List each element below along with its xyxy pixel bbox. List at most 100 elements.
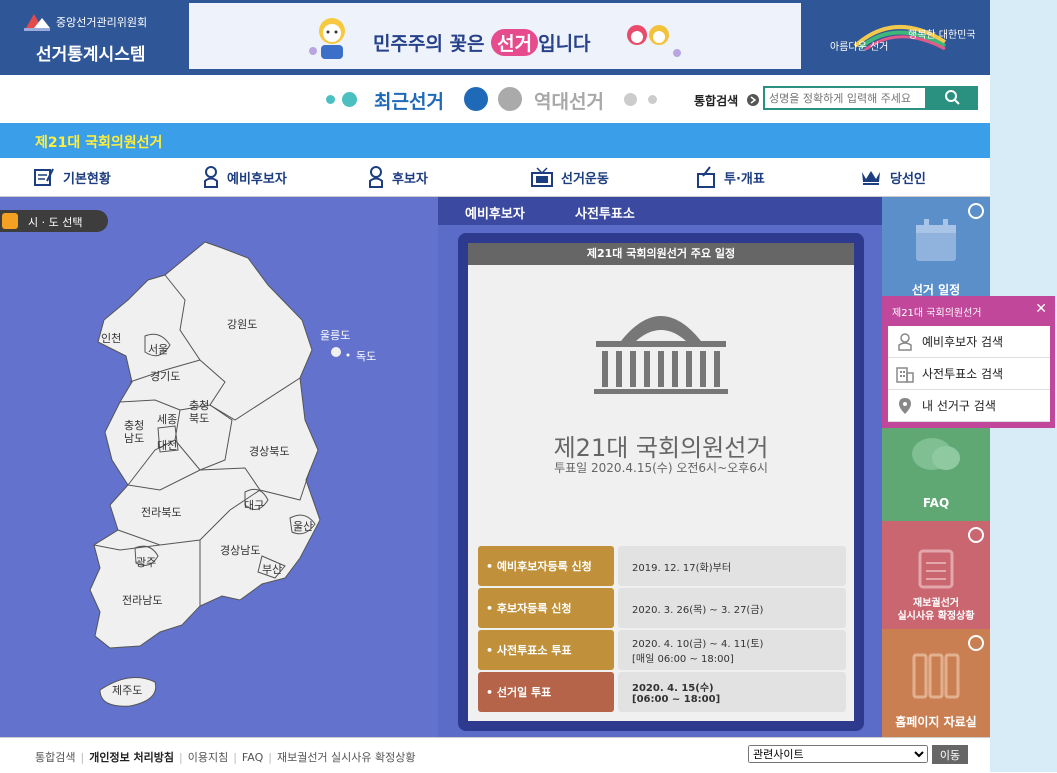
popup-item-my-district-search[interactable]: 내 선거구 검색 <box>888 390 1050 422</box>
popup-item-early-voting-search[interactable]: 사전투표소 검색 <box>888 358 1050 390</box>
move-button[interactable]: 이동 <box>932 745 968 764</box>
popup-item-label: 사전투표소 검색 <box>922 367 1004 381</box>
menu-label: 당선인 <box>890 171 926 187</box>
menu-basic-status[interactable]: 기본현황 <box>33 158 111 196</box>
header: 중앙선거관리위원회 선거통계시스템 민주주의 꽃은 선거 입니다 아름다운 선거… <box>0 0 990 75</box>
region-gyeongnam[interactable]: 경상남도 <box>220 542 260 558</box>
region-busan[interactable]: 부산 <box>262 561 282 577</box>
reelection-tile[interactable]: 재보궐선거 실시사유 확정상황 <box>882 521 990 629</box>
region-daejeon[interactable]: 대전 <box>157 437 177 453</box>
main-menu: 기본현황 예비후보자 후보자 선거운동 투·개표 당선인 <box>0 158 990 197</box>
region-chungbuk[interactable]: 충청북도 <box>189 399 211 425</box>
toggle-inactive-icon[interactable] <box>498 87 522 111</box>
election-schedule-tile[interactable]: 선거 일정 <box>882 197 990 297</box>
footer-link-privacy[interactable]: 개인정보 처리방침 <box>89 751 174 764</box>
region-sejong[interactable]: 세종 <box>157 411 177 427</box>
region-gangwon[interactable]: 강원도 <box>227 316 257 332</box>
footer-link-search[interactable]: 통합검색 <box>35 751 75 764</box>
region-seoul[interactable]: 서울 <box>148 341 168 357</box>
region-incheon[interactable]: 인천 <box>101 330 121 346</box>
org-name: 중앙선거관리위원회 <box>56 16 148 29</box>
region-ulsan[interactable]: 울산 <box>293 518 313 534</box>
region-jeju[interactable]: 제주도 <box>112 682 142 698</box>
close-icon[interactable]: ✕ <box>1035 301 1047 317</box>
schedule-row: • 사전투표소 투표 2020. 4. 10(금) ~ 4. 11(토) [매일… <box>478 630 846 670</box>
region-jeonbuk[interactable]: 전라북도 <box>141 504 181 520</box>
tab-early-voting-stations[interactable]: 사전투표소 <box>575 203 635 222</box>
tv-icon <box>531 167 553 187</box>
clipboard-icon <box>918 549 954 589</box>
faq-tile[interactable]: FAQ <box>882 428 990 521</box>
election-big-title: 제21대 국회의원선거 <box>553 434 769 462</box>
center-tabs: 예비후보자 사전투표소 <box>438 197 882 225</box>
region-select-tag[interactable]: 시 · 도 선택 <box>0 210 108 232</box>
region-chungnam[interactable]: 충청남도 <box>124 419 146 445</box>
building-icon <box>896 366 914 383</box>
recent-election-tab[interactable]: 최근선거 <box>374 87 444 114</box>
banner: 민주주의 꽃은 선거 입니다 <box>189 3 801 69</box>
mascot-left-icon <box>309 18 345 59</box>
footer-links: 통합검색 | 개인정보 처리방침 | 이용지침 | FAQ | 재보궐선거 실시사유 확정상황 <box>35 749 416 765</box>
system-name: 선거통계시스템 <box>36 45 146 65</box>
map-area: 인천 서울 경기도 강원도 울릉도 독도 충청남도 세종 충청북도 대전 경상북… <box>0 197 438 737</box>
region-jeonnam[interactable]: 전라남도 <box>122 592 162 608</box>
menu-campaign[interactable]: 선거운동 <box>531 158 609 196</box>
region-gyeonggi[interactable]: 경기도 <box>150 368 180 384</box>
korea-map[interactable] <box>0 197 438 737</box>
footer-link-usage[interactable]: 이용지침 <box>188 751 228 764</box>
footer-link-reelection[interactable]: 재보궐선거 실시사유 확정상황 <box>277 751 416 764</box>
books-icon <box>912 653 960 699</box>
schedule-frame: 제21대 국회의원선거 주요 일정 제21대 국회의원선거 투표일 2020.4… <box>458 233 864 731</box>
search-input[interactable] <box>763 86 925 110</box>
menu-elected[interactable]: 당선인 <box>860 158 926 196</box>
popup-item-label: 예비후보자 검색 <box>922 335 1004 349</box>
election-switcher: 최근선거 역대선거 통합검색 <box>0 75 990 123</box>
slogan: 아름다운 선거 행복한 대한민국 <box>810 18 988 58</box>
schedule-row: • 선거일 투표 2020. 4. 15(수) [06:00 ~ 18:00] <box>478 672 846 712</box>
tile-label: 홈페이지 자료실 <box>895 715 977 729</box>
vote-date: 투표일 2020.4.15(수) 오전6시~오후6시 <box>554 461 768 475</box>
calendar-icon <box>916 219 956 261</box>
schedule-row: • 후보자등록 신청 2020. 3. 26(목) ~ 3. 27(금) <box>478 588 846 628</box>
person-icon <box>369 166 383 188</box>
search-popup: 제21대 국회의원선거 ✕ 예비후보자 검색 사전투표소 검색 내 선거구 검색 <box>882 296 1055 428</box>
tile-label: 재보궐선거 실시사유 확정상황 <box>897 598 975 622</box>
schedule-title: 제21대 국회의원선거 주요 일정 <box>468 243 854 265</box>
popup-item-preliminary-search[interactable]: 예비후보자 검색 <box>888 326 1050 358</box>
menu-preliminary-candidates[interactable]: 예비후보자 <box>203 158 287 196</box>
dot-small-icon <box>326 95 335 104</box>
search-button[interactable] <box>925 86 978 110</box>
schedule-label: • 사전투표소 투표 <box>478 630 614 670</box>
related-sites-select[interactable]: 관련사이트 <box>748 745 928 763</box>
document-icon <box>34 168 54 186</box>
region-gyeongbuk[interactable]: 경상북도 <box>249 443 289 459</box>
menu-voting-counting[interactable]: 투·개표 <box>696 158 765 196</box>
region-daegu[interactable]: 대구 <box>244 497 264 513</box>
crown-icon <box>862 171 880 185</box>
schedule-label: • 선거일 투표 <box>478 672 614 712</box>
national-assembly-icon <box>594 316 728 394</box>
schedule-label: • 후보자등록 신청 <box>478 588 614 628</box>
tab-preliminary-candidates[interactable]: 예비후보자 <box>465 203 525 222</box>
ballot-icon <box>697 166 715 188</box>
past-election-tab[interactable]: 역대선거 <box>534 87 604 114</box>
election-title: 제21대 국회의원선거 <box>35 135 163 151</box>
hand-pointer-icon <box>2 213 18 229</box>
archive-tile[interactable]: 홈페이지 자료실 <box>882 629 990 737</box>
region-gwangju[interactable]: 광주 <box>136 554 156 570</box>
arrow-icon <box>968 203 984 219</box>
logo[interactable]: 중앙선거관리위원회 선거통계시스템 <box>22 10 172 68</box>
map-pin-icon <box>899 397 911 414</box>
footer-link-faq[interactable]: FAQ <box>242 751 263 764</box>
schedule-value: 2020. 4. 15(수) [06:00 ~ 18:00] <box>618 672 846 712</box>
mascot-right-icon <box>627 25 681 57</box>
schedule-row: • 예비후보자등록 신청 2019. 12. 17(화)부터 <box>478 546 846 586</box>
toggle-active-icon[interactable] <box>464 87 488 111</box>
separator: | <box>179 751 183 764</box>
menu-candidates[interactable]: 후보자 <box>368 158 428 196</box>
region-ulleungdo[interactable]: 울릉도 <box>320 327 350 343</box>
region-dokdo[interactable]: 독도 <box>356 348 376 364</box>
schedule-box: 제21대 국회의원선거 주요 일정 제21대 국회의원선거 투표일 2020.4… <box>468 243 854 721</box>
tile-label: FAQ <box>922 496 950 510</box>
dot-medium-gray-icon <box>624 93 637 106</box>
